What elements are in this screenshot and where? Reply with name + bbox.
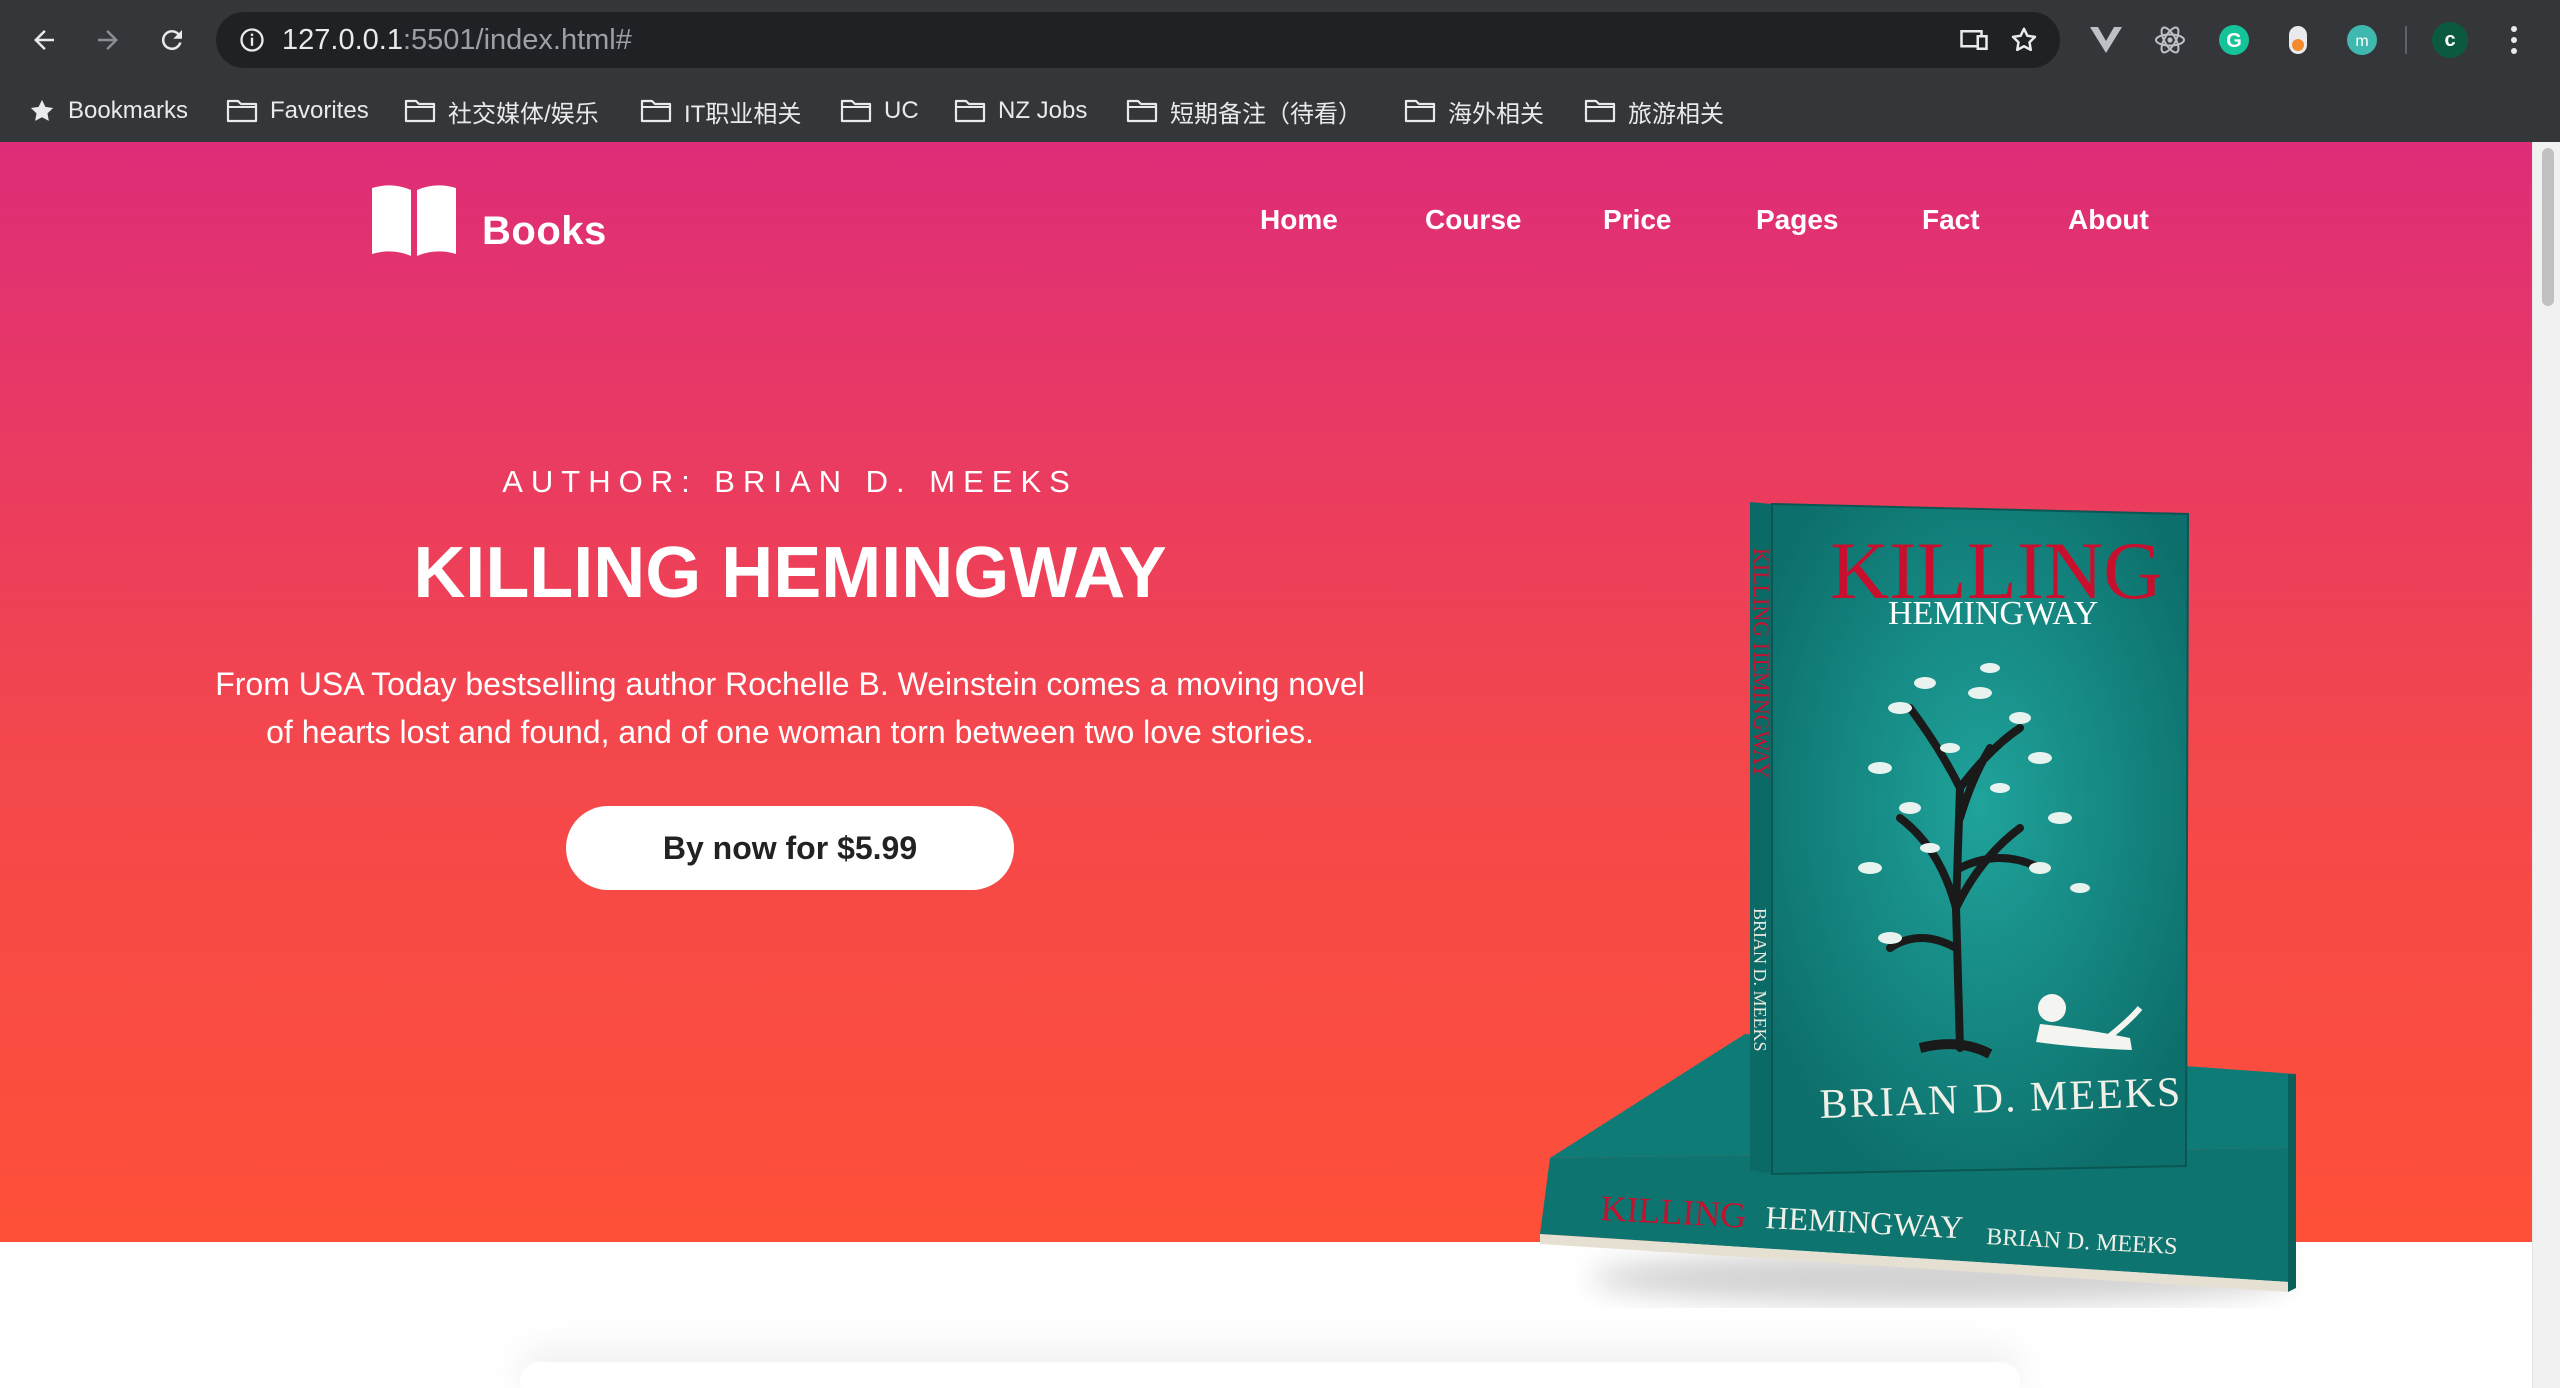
bookmark-item-favorites[interactable]: Favorites <box>226 94 369 128</box>
bookmark-item-it-career[interactable]: IT职业相关 <box>640 94 801 128</box>
browser-toolbar: 127.0.0.1:5501/index.html# G m c <box>0 0 2560 80</box>
cast-icon[interactable] <box>1958 24 1990 56</box>
nav-course[interactable]: Course <box>1425 204 1521 236</box>
open-book-icon <box>372 185 456 256</box>
nav-pages[interactable]: Pages <box>1756 204 1839 236</box>
reload-button[interactable] <box>150 18 194 62</box>
buy-now-button[interactable]: By now for $5.99 <box>566 806 1014 890</box>
folder-icon <box>1126 99 1158 123</box>
vue-devtools-extension-icon[interactable] <box>2086 20 2126 60</box>
bookmark-item-travel[interactable]: 旅游相关 <box>1584 94 1724 128</box>
bookmark-item-bookmarks[interactable]: Bookmarks <box>28 94 188 128</box>
scrollbar-thumb[interactable] <box>2542 148 2554 306</box>
bookmark-label: IT职业相关 <box>684 100 802 128</box>
bookmark-label: 旅游相关 <box>1628 100 1724 128</box>
bookmark-item-short-notes[interactable]: 短期备注（待看） <box>1126 94 1362 128</box>
back-button[interactable] <box>22 18 66 62</box>
next-section-card-edge <box>520 1362 2020 1388</box>
book-description: From USA Today bestselling author Rochel… <box>180 660 1400 756</box>
spine-title: KILLING HEMINGWAY <box>1749 548 1774 779</box>
bookmark-item-social-media[interactable]: 社交媒体/娱乐 <box>404 94 599 128</box>
url-path: :5501/index.html# <box>402 24 632 56</box>
bookmark-label: NZ Jobs <box>998 97 1088 124</box>
logo-text: Books <box>482 209 607 253</box>
folder-icon <box>840 99 872 123</box>
bookmark-item-overseas[interactable]: 海外相关 <box>1404 94 1544 128</box>
description-line-1: From USA Today bestselling author Rochel… <box>215 666 1365 702</box>
book-author: AUTHOR: BRIAN D. MEEKS <box>502 464 1078 499</box>
nav-price[interactable]: Price <box>1603 204 1672 236</box>
page-scrollbar[interactable] <box>2532 142 2560 1388</box>
folder-icon <box>954 99 986 123</box>
standing-book-cover: KILLING HEMINGWAY BRIAN D. MEEKS <box>1771 502 2190 1176</box>
description-line-2: of hearts lost and found, and of one wom… <box>266 714 1314 750</box>
bookmark-item-nz-jobs[interactable]: NZ Jobs <box>954 94 1087 128</box>
folder-icon <box>640 99 672 123</box>
standing-book-spine: KILLING HEMINGWAY BRIAN D. MEEKS <box>1749 502 1774 1174</box>
bookmark-label: 海外相关 <box>1448 100 1544 128</box>
nav-about[interactable]: About <box>2068 204 2149 236</box>
bookmark-label: Favorites <box>270 97 369 124</box>
svg-text:m: m <box>2355 33 2368 50</box>
hero-section: Books Home Course Price Pages Fact About… <box>0 142 2532 1304</box>
bookmark-item-uc[interactable]: UC <box>840 94 919 128</box>
back-arrow-icon <box>34 30 54 50</box>
page-viewport: Books Home Course Price Pages Fact About… <box>0 142 2532 1388</box>
bookmark-label: Bookmarks <box>68 97 189 124</box>
grammarly-extension-icon[interactable]: G <box>2214 20 2254 60</box>
extension-toggle-icon[interactable] <box>2278 20 2318 60</box>
forward-button[interactable] <box>86 18 130 62</box>
spine-author: BRIAN D. MEEKS <box>1750 908 1770 1052</box>
react-devtools-extension-icon[interactable] <box>2150 20 2190 60</box>
folder-icon <box>1584 99 1616 123</box>
forward-arrow-icon <box>98 30 118 50</box>
reload-icon <box>161 30 182 51</box>
book-cover-illustration: KILLING HEMINGWAY BRIAN D. MEEKS KILLING… <box>1540 502 2296 1304</box>
meet-extension-icon[interactable]: m <box>2342 20 2382 60</box>
svg-text:G: G <box>2226 30 2242 52</box>
bookmark-star-icon[interactable] <box>2008 24 2040 56</box>
lying-book-title-1: KILLING <box>1600 1188 1748 1236</box>
folder-icon <box>1404 99 1436 123</box>
book-title: KILLING HEMINGWAY <box>413 533 1167 613</box>
browser-menu-icon[interactable] <box>2494 20 2534 60</box>
site-logo[interactable]: Books <box>368 182 607 258</box>
bookmarks-bar: Bookmarks Favorites 社交媒体/娱乐 IT职业相关 UC NZ… <box>0 80 2560 142</box>
site-info-icon[interactable] <box>238 26 266 54</box>
profile-avatar[interactable]: c <box>2430 20 2470 60</box>
cover-title-2: HEMINGWAY <box>1888 595 2098 632</box>
bookmark-label: UC <box>884 97 919 124</box>
profile-initial: c <box>2444 28 2456 51</box>
bookmark-label: 社交媒体/娱乐 <box>448 100 599 128</box>
bookmark-label: 短期备注（待看） <box>1170 100 1362 128</box>
star-icon <box>30 99 54 121</box>
toolbar-divider <box>2405 26 2407 54</box>
address-bar[interactable]: 127.0.0.1:5501/index.html# <box>216 12 2060 68</box>
browser-chrome: 127.0.0.1:5501/index.html# G m c Bookmar… <box>0 0 2560 142</box>
folder-icon <box>404 99 436 123</box>
url-text[interactable]: 127.0.0.1:5501/index.html# <box>282 24 632 57</box>
folder-icon <box>226 99 258 123</box>
nav-fact[interactable]: Fact <box>1922 204 1980 236</box>
nav-home[interactable]: Home <box>1260 204 1338 236</box>
url-host: 127.0.0.1 <box>282 24 403 56</box>
